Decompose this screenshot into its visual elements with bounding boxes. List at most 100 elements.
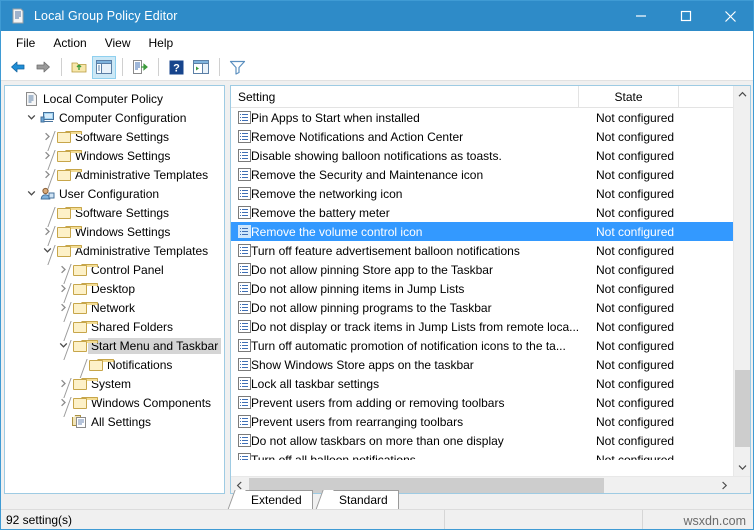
tree-item-windows-components[interactable]: Windows Components — [5, 393, 224, 412]
settings-list-row[interactable]: Disable showing balloon notifications as… — [231, 146, 733, 165]
setting-name: Show Windows Store apps on the taskbar — [251, 357, 474, 372]
tree-item-administrative-templates[interactable]: Administrative Templates — [5, 165, 224, 184]
menu-action[interactable]: Action — [44, 33, 95, 53]
back-button[interactable] — [6, 56, 30, 79]
filter-button[interactable] — [225, 56, 249, 79]
policy-setting-icon-wrap — [231, 225, 251, 238]
settings-list-row[interactable]: Remove the Security and Maintenance icon… — [231, 165, 733, 184]
settings-list-row[interactable]: Turn off feature advertisement balloon n… — [231, 241, 733, 260]
tree-item-label: Administrative Templates — [75, 243, 209, 258]
menu-view[interactable]: View — [96, 33, 140, 53]
tree-item-notifications[interactable]: Notifications — [5, 355, 224, 374]
settings-list-row[interactable]: Remove Notifications and Action Center No… — [231, 127, 733, 146]
setting-name: Lock all taskbar settings — [251, 376, 380, 391]
tree-item-control-panel[interactable]: Control Panel — [5, 260, 224, 279]
settings-list-row[interactable]: Do not allow taskbars on more than one d… — [231, 431, 733, 450]
setting-name: Remove the volume control icon — [251, 224, 423, 239]
setting-state: Not configured — [596, 357, 675, 372]
export-list-button[interactable] — [128, 56, 152, 79]
menu-help[interactable]: Help — [140, 33, 183, 53]
list-vertical-scroll-thumb[interactable] — [735, 370, 750, 447]
setting-name: Do not allow pinning programs to the Tas… — [251, 300, 492, 315]
tree-item-all-settings[interactable]: All Settings — [5, 412, 224, 431]
tree-item-windows-settings[interactable]: Windows Settings — [5, 222, 224, 241]
settings-list-row[interactable]: Remove the battery meter Not configured — [231, 203, 733, 222]
settings-list-row[interactable]: Prevent users from adding or removing to… — [231, 393, 733, 412]
tree-item-windows-settings[interactable]: Windows Settings — [5, 146, 224, 165]
show-action-pane-button[interactable] — [189, 56, 213, 79]
tree-item-user-configuration[interactable]: User Configuration — [5, 184, 224, 203]
tree-item-computer-configuration[interactable]: Computer Configuration — [5, 108, 224, 127]
tree-item-software-settings[interactable]: Software Settings — [5, 127, 224, 146]
chevron-down-icon[interactable] — [23, 184, 39, 203]
tree-item-desktop[interactable]: Desktop — [5, 279, 224, 298]
policy-setting-icon-wrap — [231, 339, 251, 352]
toolbar: ? — [1, 54, 753, 81]
tree-item-label: Windows Components — [91, 395, 212, 410]
list-vertical-scrollbar[interactable] — [733, 86, 750, 476]
tree-item-local-computer-policy[interactable]: Local Computer Policy — [5, 89, 224, 108]
column-header-state[interactable]: State — [579, 86, 679, 108]
settings-list-row[interactable]: Lock all taskbar settings Not configured — [231, 374, 733, 393]
forward-button[interactable] — [31, 56, 55, 79]
scroll-up-arrow-icon[interactable] — [734, 86, 750, 103]
tab-extended[interactable]: Extended — [238, 490, 313, 509]
policy-setting-icon — [237, 111, 251, 124]
folder-icon — [71, 393, 98, 412]
setting-name: Turn off feature advertisement balloon n… — [251, 243, 520, 258]
minimize-button[interactable] — [618, 1, 663, 31]
tree-item-label: All Settings — [91, 414, 152, 429]
policy-setting-icon-wrap — [231, 320, 251, 333]
settings-list-row[interactable]: Do not display or track items in Jump Li… — [231, 317, 733, 336]
maximize-button[interactable] — [663, 1, 708, 31]
settings-list-row[interactable]: Do not allow pinning programs to the Tas… — [231, 298, 733, 317]
close-button[interactable] — [708, 1, 753, 31]
policy-setting-icon-wrap — [231, 434, 251, 447]
settings-list-row[interactable]: Do not allow pinning items in Jump Lists… — [231, 279, 733, 298]
setting-state: Not configured — [596, 338, 675, 353]
policy-setting-icon — [237, 434, 251, 447]
policy-setting-icon — [237, 130, 251, 143]
chevron-down-icon[interactable] — [23, 108, 39, 127]
tree-item-administrative-templates[interactable]: Administrative Templates — [5, 241, 224, 260]
folder-icon — [71, 298, 98, 317]
tree-item-system[interactable]: System — [5, 374, 224, 393]
settings-list-row[interactable]: Remove the networking icon Not configured — [231, 184, 733, 203]
setting-name: Remove Notifications and Action Center — [251, 129, 464, 144]
setting-state: Not configured — [596, 224, 675, 239]
column-header-setting[interactable]: Setting — [231, 86, 579, 108]
settings-list-row[interactable]: Show Windows Store apps on the taskbar No… — [231, 355, 733, 374]
policy-setting-icon — [237, 168, 251, 181]
settings-list-row[interactable]: Pin Apps to Start when installed Not conf… — [231, 108, 733, 127]
settings-list-panel[interactable]: Setting State Pin Apps to Start when ins… — [230, 85, 751, 494]
menu-file[interactable]: File — [7, 33, 44, 53]
policy-setting-icon-wrap — [231, 168, 251, 181]
status-bar: 92 setting(s) wsxdn.com — [1, 509, 753, 529]
policy-setting-icon-wrap — [231, 244, 251, 257]
caption-buttons — [618, 1, 753, 31]
tree-item-network[interactable]: Network — [5, 298, 224, 317]
folder-icon — [55, 222, 82, 241]
help-button[interactable]: ? — [164, 56, 188, 79]
setting-name: Prevent users from rearranging toolbars — [251, 414, 464, 429]
tab-standard[interactable]: Standard — [326, 490, 399, 509]
settings-list-row[interactable]: Turn off all balloon notifications Not co… — [231, 450, 733, 460]
tree-item-start-menu-and-taskbar[interactable]: Start Menu and Taskbar — [5, 336, 224, 355]
view-tabs: Extended Standard — [230, 490, 751, 510]
policy-setting-icon — [237, 453, 251, 460]
settings-list-row[interactable]: Turn off automatic promotion of notifica… — [231, 336, 733, 355]
policy-setting-icon-wrap — [231, 130, 251, 143]
setting-state: Not configured — [596, 186, 675, 201]
settings-list-row[interactable]: Remove the volume control icon Not config… — [231, 222, 733, 241]
policy-setting-icon — [237, 358, 251, 371]
settings-list-row[interactable]: Do not allow pinning Store app to the Ta… — [231, 260, 733, 279]
up-one-level-button[interactable] — [67, 56, 91, 79]
tree-item-label: Software Settings — [75, 205, 170, 220]
toolbar-separator — [61, 58, 62, 76]
show-hide-console-tree-button[interactable] — [92, 55, 116, 79]
tree-item-shared-folders[interactable]: Shared Folders — [5, 317, 224, 336]
scroll-down-arrow-icon[interactable] — [734, 459, 750, 476]
tree-item-software-settings[interactable]: Software Settings — [5, 203, 224, 222]
settings-list-row[interactable]: Prevent users from rearranging toolbars N… — [231, 412, 733, 431]
console-tree-panel[interactable]: Local Computer Policy Computer Configurat… — [4, 85, 225, 494]
